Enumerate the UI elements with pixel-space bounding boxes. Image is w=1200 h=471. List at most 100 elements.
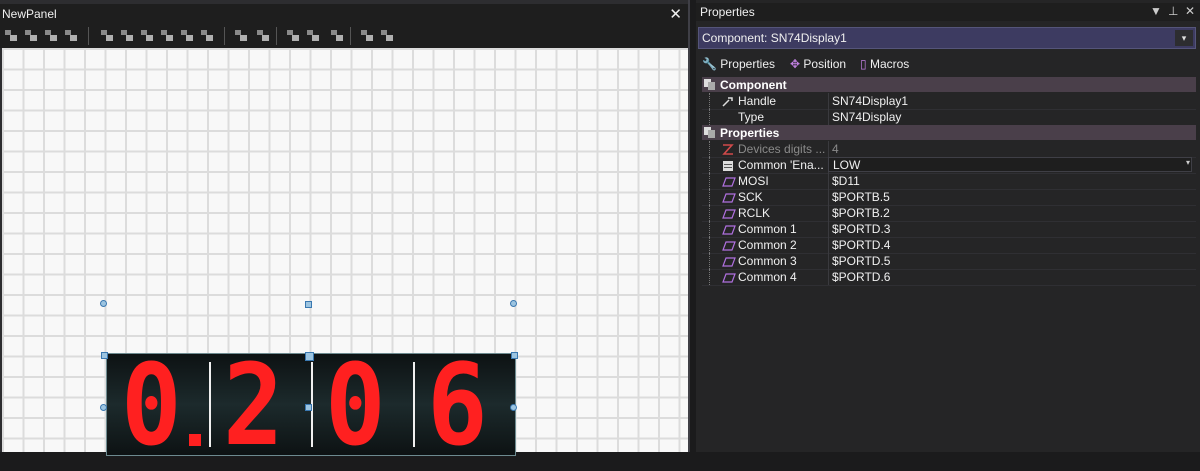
resize-handle-se[interactable] [510, 404, 517, 411]
design-canvas[interactable]: 0206 [2, 48, 688, 466]
property-value: $D11 [832, 174, 860, 188]
tab-position[interactable]: ✥ Position [790, 57, 846, 71]
resize-handle-w[interactable] [101, 352, 108, 359]
align-left-icon[interactable] [4, 28, 18, 42]
property-row[interactable]: Type SN74Display [702, 109, 1196, 126]
property-row[interactable]: Common 2 $PORTD.4 [702, 237, 1196, 254]
properties-title: Properties [700, 5, 755, 19]
space-v-icon[interactable] [256, 28, 270, 42]
tree-line [709, 269, 711, 285]
property-row[interactable]: Common 4 $PORTD.6 [702, 269, 1196, 286]
property-name: Type [738, 110, 765, 124]
property-row[interactable]: SCK $PORTB.5 [702, 189, 1196, 206]
decimal-point [189, 434, 201, 446]
property-row[interactable]: Common 1 $PORTD.3 [702, 221, 1196, 238]
category-icon [704, 79, 716, 90]
property-value: SN74Display [832, 110, 902, 124]
category-properties[interactable]: Properties [702, 125, 1196, 140]
column-divider [828, 237, 829, 253]
align-top-icon[interactable] [100, 28, 114, 42]
resize-handle-ne[interactable] [510, 300, 517, 307]
property-name: Common 1 [738, 222, 797, 236]
component-selector[interactable]: Component: SN74Display1 ▾ [698, 27, 1196, 49]
resize-handle-nw[interactable] [100, 300, 107, 307]
pin-io-icon [722, 240, 736, 251]
toolbar-separator [224, 27, 225, 45]
display-digit: 0 [115, 346, 213, 466]
category-icon [704, 127, 716, 138]
resize-handle-s[interactable] [305, 404, 312, 411]
property-row[interactable]: MOSI $D11 [702, 173, 1196, 190]
property-value: $PORTB.2 [832, 206, 890, 220]
same-size-icon[interactable] [286, 28, 300, 42]
dropdown-icon[interactable]: ▼ [1150, 4, 1162, 18]
macros-icon: ▯ [860, 57, 867, 71]
property-value: $PORTB.5 [832, 190, 890, 204]
pin-io-icon [722, 208, 736, 219]
panel-title: NewPanel [2, 7, 57, 21]
column-divider [828, 93, 829, 109]
property-row[interactable]: Devices digits ... 4 [702, 141, 1196, 158]
display-digit: 0 [319, 346, 417, 466]
wrench-icon: 🔧 [702, 57, 717, 71]
same-height-icon[interactable] [330, 28, 344, 42]
property-name: Common 2 [738, 238, 797, 252]
distribute-h-icon[interactable] [180, 28, 194, 42]
align-right-icon[interactable] [44, 28, 58, 42]
resize-handle-e[interactable] [511, 352, 518, 359]
chevron-down-icon[interactable]: ▾ [1186, 158, 1190, 167]
pin-io-icon [722, 224, 736, 235]
property-value: LOW [833, 158, 861, 172]
align-center-icon[interactable] [24, 28, 38, 42]
tree-line [709, 141, 711, 157]
column-divider [828, 253, 829, 269]
resize-handle-n[interactable] [305, 301, 312, 308]
tab-macros[interactable]: ▯ Macros [860, 57, 909, 71]
property-row[interactable]: Handle SN74Display1 [702, 93, 1196, 110]
tab-properties[interactable]: 🔧 Properties [702, 57, 775, 71]
close-icon[interactable]: ✕ [669, 5, 682, 23]
category-component[interactable]: Component [702, 77, 1196, 92]
z-icon [722, 144, 734, 155]
distribute-v-icon[interactable] [200, 28, 214, 42]
pin-io-icon [722, 272, 736, 283]
property-name: Common 3 [738, 254, 797, 268]
send-back-icon[interactable] [380, 28, 394, 42]
property-dropdown[interactable]: LOW ▾ [828, 157, 1192, 172]
property-row[interactable]: Common 'Ena... LOW ▾ [702, 157, 1196, 174]
close-icon[interactable]: ✕ [1185, 4, 1195, 18]
category-label: Component [720, 78, 787, 92]
pin-icon[interactable]: ⊥ [1168, 4, 1178, 18]
toolbar-separator [276, 27, 277, 45]
panel-editor: NewPanel ✕ 0206 [0, 0, 690, 466]
properties-tabs: 🔧 Properties ✥ Position ▯ Macros [702, 53, 1198, 75]
wrench-icon [722, 96, 734, 107]
layout-toolbar [0, 24, 690, 48]
toolbar-separator [350, 27, 351, 45]
property-name: Devices digits ... [738, 142, 826, 156]
space-h-icon[interactable] [234, 28, 248, 42]
panel-divider[interactable] [688, 0, 690, 452]
align-bottom-icon[interactable] [64, 28, 78, 42]
property-row[interactable]: Common 3 $PORTD.5 [702, 253, 1196, 270]
resize-handle-sw[interactable] [100, 404, 107, 411]
tab-macros-label: Macros [869, 57, 910, 71]
move-icon: ✥ [790, 57, 801, 71]
panel-titlebar: NewPanel ✕ [0, 4, 688, 24]
tree-line [709, 157, 711, 173]
move-handle[interactable] [305, 352, 314, 361]
property-value: 4 [832, 142, 839, 156]
chevron-down-icon[interactable]: ▾ [1175, 30, 1193, 46]
center-horizontal-icon[interactable] [120, 28, 134, 42]
toolbar-separator [88, 27, 89, 45]
property-row[interactable]: RCLK $PORTB.2 [702, 205, 1196, 222]
column-divider [828, 189, 829, 205]
column-divider [828, 205, 829, 221]
bring-front-icon[interactable] [360, 28, 374, 42]
column-divider [828, 173, 829, 189]
tree-line [709, 93, 711, 109]
center-vertical-icon[interactable] [140, 28, 154, 42]
column-divider [828, 221, 829, 237]
align-middle-icon[interactable] [160, 28, 174, 42]
same-width-icon[interactable] [306, 28, 320, 42]
